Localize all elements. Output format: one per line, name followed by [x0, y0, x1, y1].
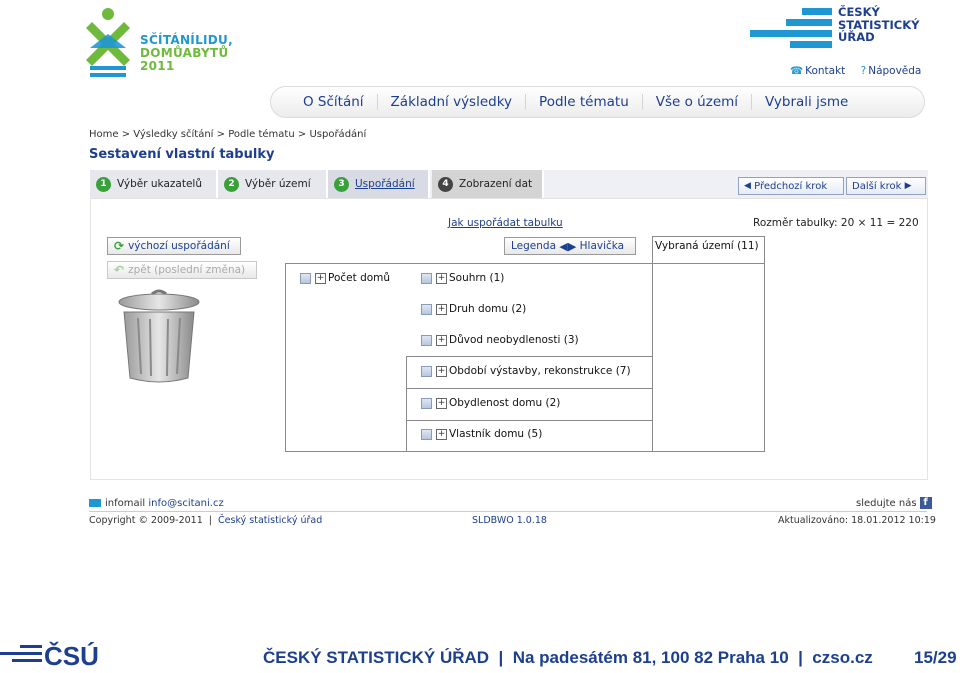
field-duvod-neobydlenosti[interactable]: + Důvod neobydlenosti (3) [421, 334, 579, 346]
envelope-icon [89, 499, 101, 507]
svg-text:ČSÚ: ČSÚ [44, 641, 99, 669]
arrow-right-icon: ▶ [904, 181, 912, 191]
last-updated: Aktualizováno: 18.01.2012 10:19 [778, 515, 936, 526]
breadcrumb-current: Uspořádání [309, 129, 367, 140]
swap-arrows-icon: ◀▶ [559, 239, 577, 253]
grid-divider [764, 236, 765, 264]
next-step-button[interactable]: Další krok ▶ [846, 177, 926, 195]
field-vlastnik-domu[interactable]: + Vlastník domu (5) [421, 428, 542, 440]
main-nav: O Sčítání Základní výsledky Podle tématu… [270, 86, 925, 118]
grid-divider [652, 236, 653, 452]
grid-divider [406, 420, 652, 421]
page-title: Sestavení vlastní tabulky [89, 147, 275, 162]
facebook-icon[interactable]: f [919, 497, 932, 509]
copyright: Copyright © 2009-2011 | Český statistick… [89, 515, 323, 526]
question-icon: ? [860, 65, 867, 77]
nav-vse-o-uzemi[interactable]: Vše o území [643, 94, 753, 110]
csu-link[interactable]: Český statistický úřad [218, 515, 322, 526]
top-links: ☎ Kontakt ? Nápověda [790, 65, 933, 77]
grid-divider [406, 388, 652, 389]
footer-divider [89, 511, 927, 512]
expand-icon[interactable]: + [315, 272, 326, 284]
document-icon [421, 397, 432, 409]
document-icon [421, 303, 432, 315]
row-field-pocet-domu[interactable]: + Počet domů [300, 272, 390, 284]
undo-button[interactable]: ↶ zpět (poslední změna) [107, 261, 257, 279]
grid-divider [652, 236, 765, 237]
expand-icon[interactable]: + [436, 272, 447, 284]
csu-bottom-logo: ČSÚ [0, 641, 99, 669]
nav-zakladni-vysledky[interactable]: Základní výsledky [378, 94, 527, 110]
slide-footer-text: ČESKÝ STATISTICKÝ ÚŘAD | Na padesátém 81… [263, 648, 873, 667]
grid-divider [406, 356, 407, 452]
follow-us: sledujte nás f [856, 497, 932, 509]
field-obydlenost-domu[interactable]: + Obydlenost domu (2) [421, 397, 560, 409]
field-druh-domu[interactable]: + Druh domu (2) [421, 303, 526, 315]
email-link[interactable]: info@scitani.cz [148, 498, 223, 509]
legend-header-toggle-button[interactable]: Legenda ◀▶ Hlavička [504, 237, 636, 255]
arrangement-grid [285, 263, 765, 452]
field-souhrn[interactable]: + Souhrn (1) [421, 272, 504, 284]
breadcrumb-results[interactable]: Výsledky sčítání [133, 129, 213, 140]
expand-icon[interactable]: + [436, 334, 447, 346]
table-size: Rozměr tabulky: 20 × 11 = 220 [753, 217, 919, 229]
breadcrumb-by-topic[interactable]: Podle tématu [228, 129, 294, 140]
document-icon [421, 272, 432, 284]
step-show-data[interactable]: 4 Zobrazení dat [432, 170, 544, 198]
expand-icon[interactable]: + [436, 397, 447, 409]
nav-o-scitani[interactable]: O Sčítání [293, 94, 378, 110]
expand-icon[interactable]: + [436, 365, 447, 377]
document-icon [300, 272, 311, 284]
expand-icon[interactable]: + [436, 303, 447, 315]
field-obdobi-vystavby[interactable]: + Období výstavby, rekonstrukce (7) [421, 365, 631, 377]
grid-divider [406, 356, 652, 357]
expand-icon[interactable]: + [436, 428, 447, 440]
step-select-indicators[interactable]: 1 Výběr ukazatelů [90, 170, 218, 198]
phone-icon: ☎ [790, 65, 804, 77]
nav-podle-tematu[interactable]: Podle tématu [526, 94, 643, 110]
step-select-area[interactable]: 2 Výběr území [218, 170, 328, 198]
arrow-left-icon: ◀ [744, 181, 751, 191]
document-icon [421, 334, 432, 346]
slide-page-number: 15/29 [914, 648, 957, 667]
breadcrumb: Home > Výsledky sčítání > Podle tématu >… [89, 129, 367, 140]
breadcrumb-home[interactable]: Home [89, 129, 119, 140]
csu-logo-text: ČESKÝ STATISTICKÝ ÚŘAD [838, 5, 920, 44]
default-arrangement-button[interactable]: ⟳ výchozí uspořádání [107, 237, 241, 255]
trash-icon[interactable] [116, 288, 202, 386]
infomail: infomail info@scitani.cz [89, 498, 224, 509]
refresh-icon: ⟳ [114, 239, 125, 253]
how-to-arrange-link[interactable]: Jak uspořádat tabulku [448, 217, 563, 229]
step-arrangement[interactable]: 3 Uspořádání [328, 170, 430, 198]
column-field-selected-areas[interactable]: Vybraná území (11) [655, 240, 759, 252]
undo-icon: ↶ [114, 263, 125, 277]
census-logo-text: SČÍTÁNÍLIDU, DOMŮABYTŮ 2011 [140, 33, 233, 73]
previous-step-button[interactable]: ◀ Předchozí krok [738, 177, 844, 195]
contact-link[interactable]: ☎ Kontakt [790, 65, 851, 77]
help-link[interactable]: ? Nápověda [861, 65, 928, 77]
nav-vybrali-jsme[interactable]: Vybrali jsme [752, 94, 861, 110]
document-icon [421, 365, 432, 377]
document-icon [421, 428, 432, 440]
app-version: SLDBWO 1.0.18 [472, 515, 547, 526]
